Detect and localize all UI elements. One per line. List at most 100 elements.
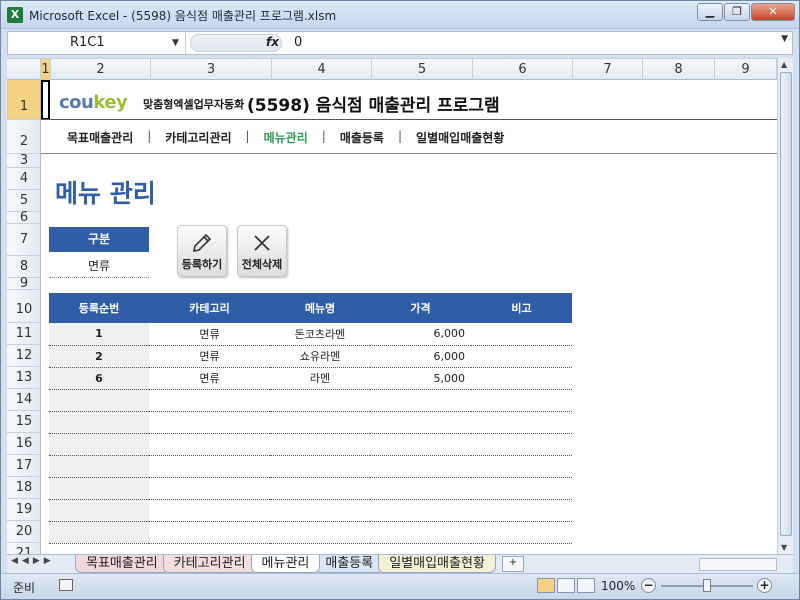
column-header[interactable]: 9	[715, 59, 777, 80]
cell-note[interactable]	[471, 345, 572, 368]
page-layout-view-button[interactable]	[557, 578, 575, 593]
column-header[interactable]: 3	[151, 59, 272, 80]
vertical-scrollbar[interactable]: ▲ ▼	[777, 58, 793, 554]
empty-cell[interactable]	[471, 433, 572, 456]
zoom-slider-handle[interactable]	[703, 579, 711, 592]
cell-price[interactable]: 6,000	[370, 323, 471, 346]
empty-cell[interactable]	[370, 411, 471, 434]
nav-item-daily-report[interactable]: 일별매입매출현황	[416, 129, 504, 146]
table-row[interactable]	[49, 477, 572, 500]
table-row[interactable]	[49, 411, 572, 434]
empty-cell[interactable]	[471, 389, 572, 412]
empty-cell[interactable]	[49, 499, 149, 522]
row-header[interactable]: 21	[7, 543, 40, 554]
table-row[interactable]	[49, 389, 572, 412]
cell-reg-no[interactable]: 1	[49, 323, 149, 346]
formula-input[interactable]: 0	[294, 32, 302, 54]
excel-app-icon[interactable]: X	[7, 7, 23, 23]
nav-item-sales-entry[interactable]: 매출등록	[340, 129, 384, 146]
table-row[interactable]: 6 면류 라멘 5,000	[49, 367, 572, 390]
empty-cell[interactable]	[471, 477, 572, 500]
row-header[interactable]: 12	[7, 345, 40, 367]
table-row[interactable]	[49, 455, 572, 478]
row-header[interactable]: 13	[7, 367, 40, 389]
zoom-level[interactable]: 100%	[601, 579, 635, 593]
cell-price[interactable]: 5,000	[370, 367, 471, 390]
close-button[interactable]: ✕	[751, 3, 795, 21]
scroll-down-icon[interactable]: ▼	[781, 543, 787, 552]
add-sheet-icon[interactable]: +	[501, 556, 524, 572]
tab-daily-report[interactable]: 일별매입매출현황	[378, 555, 496, 573]
cell-menu-name[interactable]: 돈코츠라멘	[270, 323, 370, 346]
empty-cell[interactable]	[49, 477, 149, 500]
cell-menu-name[interactable]: 쇼유라멘	[270, 345, 370, 368]
empty-cell[interactable]	[49, 433, 149, 456]
row-header[interactable]: 4	[7, 168, 40, 190]
table-row[interactable]	[49, 433, 572, 456]
cell-price[interactable]: 6,000	[370, 345, 471, 368]
column-header[interactable]: 5	[372, 59, 473, 80]
column-header[interactable]: 8	[643, 59, 715, 80]
table-row[interactable]: 1 면류 돈코츠라멘 6,000	[49, 323, 572, 346]
empty-cell[interactable]	[149, 411, 270, 434]
cell-category[interactable]: 면류	[149, 367, 270, 390]
tab-sales-entry[interactable]: 매출등록	[314, 555, 385, 573]
empty-cell[interactable]	[270, 521, 370, 544]
row-header[interactable]: 6	[7, 211, 40, 224]
name-box[interactable]: R1C1	[8, 32, 186, 54]
row-header[interactable]: 20	[7, 521, 40, 543]
row-header[interactable]: 2	[7, 120, 40, 154]
column-header[interactable]: 6	[473, 59, 573, 80]
column-header[interactable]: 4	[272, 59, 372, 80]
restore-button[interactable]: ❐	[724, 3, 750, 21]
cell-category[interactable]: 면류	[149, 345, 270, 368]
empty-cell[interactable]	[149, 499, 270, 522]
insert-function-button[interactable]: fx	[266, 35, 279, 49]
empty-cell[interactable]	[149, 389, 270, 412]
row-header[interactable]: 14	[7, 389, 40, 411]
register-button[interactable]: 등록하기	[177, 225, 227, 277]
chevron-down-icon[interactable]: ▼	[172, 32, 179, 54]
zoom-in-icon[interactable]: +	[757, 578, 772, 593]
table-row[interactable]	[49, 521, 572, 544]
empty-cell[interactable]	[370, 477, 471, 500]
column-header[interactable]: 2	[51, 59, 151, 80]
empty-cell[interactable]	[49, 389, 149, 412]
cell-category[interactable]: 면류	[149, 323, 270, 346]
tab-category[interactable]: 카테고리관리	[162, 555, 257, 573]
tab-target-sales[interactable]: 목표매출관리	[75, 555, 169, 573]
cell-menu-name[interactable]: 라멘	[270, 367, 370, 390]
cell-reg-no[interactable]: 6	[49, 367, 149, 390]
expand-formula-bar-icon[interactable]: ▼	[781, 34, 788, 44]
row-header[interactable]: 19	[7, 499, 40, 521]
empty-cell[interactable]	[49, 521, 149, 544]
cell-note[interactable]	[471, 367, 572, 390]
empty-cell[interactable]	[471, 411, 572, 434]
macro-record-icon[interactable]	[59, 579, 73, 591]
empty-cell[interactable]	[49, 455, 149, 478]
empty-cell[interactable]	[370, 455, 471, 478]
nav-item-menu[interactable]: 메뉴관리	[264, 129, 308, 146]
row-header[interactable]: 16	[7, 433, 40, 455]
empty-cell[interactable]	[370, 433, 471, 456]
tab-menu[interactable]: 메뉴관리	[250, 555, 321, 573]
scroll-up-icon[interactable]: ▲	[781, 60, 787, 69]
zoom-out-icon[interactable]: −	[641, 578, 656, 593]
empty-cell[interactable]	[149, 455, 270, 478]
empty-cell[interactable]	[270, 389, 370, 412]
empty-cell[interactable]	[471, 455, 572, 478]
row-header[interactable]: 17	[7, 455, 40, 477]
select-all-corner[interactable]	[7, 59, 41, 80]
empty-cell[interactable]	[270, 411, 370, 434]
empty-cell[interactable]	[149, 433, 270, 456]
page-break-view-button[interactable]	[577, 578, 595, 593]
empty-cell[interactable]	[270, 477, 370, 500]
empty-cell[interactable]	[471, 499, 572, 522]
row-header[interactable]: 7	[7, 224, 40, 256]
empty-cell[interactable]	[370, 389, 471, 412]
filter-dropdown[interactable]: 면류	[49, 254, 149, 278]
empty-cell[interactable]	[370, 521, 471, 544]
empty-cell[interactable]	[270, 433, 370, 456]
empty-cell[interactable]	[270, 499, 370, 522]
empty-cell[interactable]	[49, 411, 149, 434]
